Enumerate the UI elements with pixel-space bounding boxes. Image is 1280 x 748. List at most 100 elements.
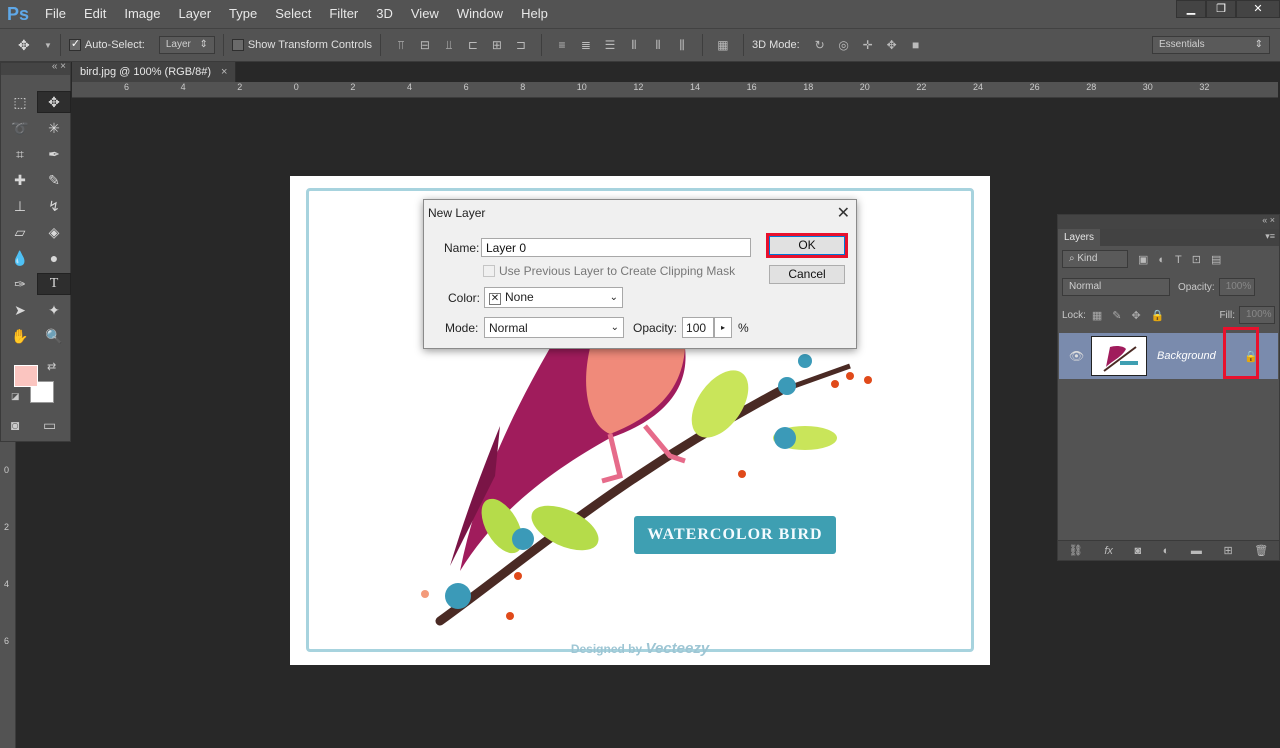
history-brush-tool-icon[interactable]: ↯	[37, 195, 71, 217]
distribute-right-icon[interactable]: ⫼	[675, 38, 689, 52]
menu-window[interactable]: Window	[448, 0, 512, 28]
paint-bucket-tool-icon[interactable]: ◈	[37, 221, 71, 243]
ruler-tick-label: 10	[576, 82, 587, 92]
hand-tool-icon[interactable]: ✋	[3, 325, 37, 347]
clone-stamp-tool-icon[interactable]: ⊥	[3, 195, 37, 217]
close-tab-icon[interactable]: ×	[221, 66, 227, 78]
vertical-ruler[interactable]: 0 2 4 6	[0, 440, 16, 748]
3d-roll-icon[interactable]: ◎	[837, 38, 851, 52]
align-top-icon[interactable]: ⫪	[394, 38, 408, 52]
brush-tool-icon[interactable]: ✎	[37, 169, 71, 191]
lasso-tool-icon[interactable]: ➰	[3, 117, 37, 139]
menu-view[interactable]: View	[402, 0, 448, 28]
healing-brush-tool-icon[interactable]: ✚	[3, 169, 37, 191]
eraser-tool-icon[interactable]: ▱	[3, 221, 37, 243]
fill-input[interactable]: 100%	[1239, 306, 1275, 324]
auto-align-icon[interactable]: ▦	[716, 38, 730, 52]
filter-kind-dropdown[interactable]: ⌕ Kind	[1062, 250, 1128, 268]
align-left-icon[interactable]: ⊏	[466, 38, 480, 52]
eyedropper-tool-icon[interactable]: ✒	[37, 143, 71, 165]
ok-button[interactable]: OK	[769, 236, 845, 255]
close-window-button[interactable]: ✕	[1236, 0, 1280, 18]
marquee-tool-icon[interactable]: ⬚	[3, 91, 37, 113]
menu-image[interactable]: Image	[115, 0, 169, 28]
chevron-down-icon[interactable]: ▼	[44, 41, 52, 50]
add-mask-icon[interactable]: ◙	[1134, 545, 1141, 557]
align-bottom-icon[interactable]: ⫫	[442, 38, 456, 52]
type-tool-icon[interactable]: T	[37, 273, 71, 295]
magic-wand-tool-icon[interactable]: ✳	[37, 117, 71, 139]
cancel-button[interactable]: Cancel	[769, 265, 845, 284]
screen-mode-icon[interactable]: ▭	[43, 417, 56, 434]
swap-colors-icon[interactable]: ⇄	[47, 360, 56, 373]
move-tool-preset-icon[interactable]: ✥	[18, 37, 40, 54]
color-dropdown[interactable]: ✕ None ⌄	[484, 287, 623, 308]
restore-button[interactable]: ❐	[1206, 0, 1236, 18]
blur-tool-icon[interactable]: 💧	[3, 247, 37, 269]
align-vcenter-icon[interactable]: ⊟	[418, 38, 432, 52]
spinner-icon: ⇕	[199, 39, 208, 50]
quick-mask-icon[interactable]: ◙	[11, 417, 19, 433]
foreground-color-swatch[interactable]	[14, 365, 38, 387]
horizontal-ruler[interactable]: 6 4 2 0 2 4 6 8 10 12 14 16 18 20 22 24 26 28 30 32	[72, 82, 1278, 98]
distribute-bottom-icon[interactable]: ☰	[603, 38, 617, 52]
panel-menu-icon[interactable]: ▾≡	[1265, 231, 1275, 242]
menu-file[interactable]: File	[36, 0, 75, 28]
workspace-dropdown[interactable]: Essentials ⇕	[1152, 36, 1270, 54]
menu-3d[interactable]: 3D	[367, 0, 402, 28]
zoom-tool-icon[interactable]: 🔍	[37, 325, 71, 347]
layer-opacity-input[interactable]: 100%	[1218, 278, 1255, 296]
opacity-input[interactable]: 100	[682, 317, 715, 338]
opacity-slider-button[interactable]: ▸	[714, 317, 733, 338]
align-hcenter-icon[interactable]: ⊞	[490, 38, 504, 52]
filter-icons[interactable]: ▣◐T⊡▤	[1138, 253, 1231, 266]
auto-select-checkbox[interactable]	[68, 37, 81, 51]
link-layers-icon[interactable]: ⛓	[1069, 544, 1083, 557]
menu-help[interactable]: Help	[512, 0, 557, 28]
distribute-left-icon[interactable]: ⫴	[627, 38, 641, 52]
collapse-icon[interactable]: « ×	[1262, 215, 1275, 225]
3d-pan-icon[interactable]: ✛	[861, 38, 875, 52]
layer-style-icon[interactable]: fx	[1104, 545, 1113, 557]
menu-filter[interactable]: Filter	[320, 0, 367, 28]
new-layer-icon[interactable]: ⊞	[1223, 544, 1232, 557]
blend-mode-dropdown[interactable]: Normal	[1062, 278, 1170, 296]
visibility-eye-icon[interactable]: 👁	[1069, 349, 1084, 363]
adjustment-layer-icon[interactable]: ◐	[1163, 545, 1170, 557]
move-tool-icon[interactable]: ✥	[37, 91, 71, 113]
menu-layer[interactable]: Layer	[170, 0, 221, 28]
menu-type[interactable]: Type	[220, 0, 266, 28]
clipping-mask-checkbox[interactable]	[483, 265, 495, 277]
pen-tool-icon[interactable]: ✑	[3, 273, 37, 295]
align-right-icon[interactable]: ⊐	[514, 38, 528, 52]
distribute-top-icon[interactable]: ≡	[555, 38, 569, 52]
menu-edit[interactable]: Edit	[75, 0, 115, 28]
tools-panel-header[interactable]: « ×	[1, 61, 70, 75]
auto-select-dropdown[interactable]: Layer ⇕	[158, 36, 215, 54]
layer-name-input[interactable]	[481, 238, 751, 257]
show-transform-checkbox[interactable]	[231, 39, 244, 51]
dodge-tool-icon[interactable]: ●	[37, 247, 71, 269]
brand-name: Vecteezy	[645, 640, 710, 657]
shape-tool-icon[interactable]: ✦	[37, 299, 71, 321]
distribute-vcenter-icon[interactable]: ≣	[579, 38, 593, 52]
3d-rotate-icon[interactable]: ↻	[813, 38, 827, 52]
close-icon[interactable]: ✕	[837, 203, 850, 223]
collapse-icon[interactable]: « ×	[52, 61, 66, 72]
delete-layer-icon[interactable]: 🗑	[1254, 544, 1268, 557]
ruler-tick-label: 14	[690, 82, 701, 92]
document-tab[interactable]: bird.jpg @ 100% (RGB/8#) ×	[72, 62, 237, 82]
distribute-hcenter-icon[interactable]: ⦀	[651, 38, 665, 52]
new-group-icon[interactable]: ▬	[1191, 545, 1202, 557]
layers-panel-header[interactable]: « ×	[1058, 215, 1279, 229]
default-colors-icon[interactable]: ◪	[11, 391, 20, 402]
path-selection-tool-icon[interactable]: ➤	[3, 299, 37, 321]
3d-slide-icon[interactable]: ✥	[885, 38, 899, 52]
tab-layers[interactable]: Layers	[1058, 229, 1101, 246]
lock-icons[interactable]: ▦✎✥🔒	[1092, 309, 1175, 322]
3d-scale-icon[interactable]: ■	[909, 38, 923, 52]
minimize-button[interactable]: ▁	[1176, 0, 1206, 18]
menu-select[interactable]: Select	[266, 0, 320, 28]
mode-dropdown[interactable]: Normal ⌄	[484, 317, 624, 338]
crop-tool-icon[interactable]: ⌗	[3, 143, 37, 165]
